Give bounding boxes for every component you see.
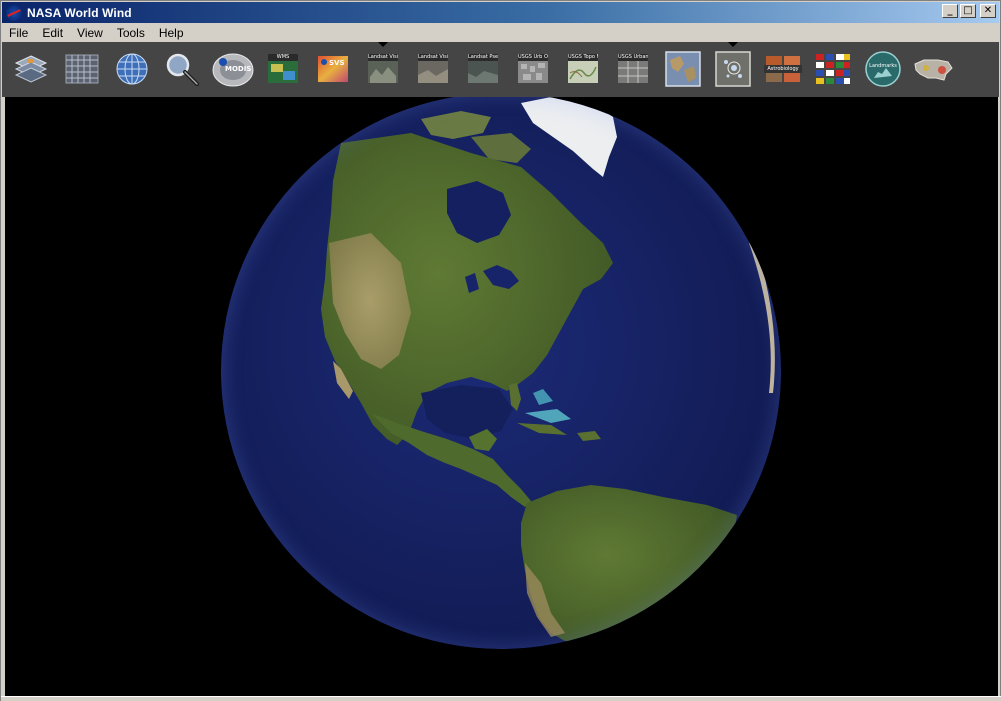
app-window: NASA World Wind _ □ ✕ File Edit View Too…: [0, 0, 1001, 701]
flags-icon: [816, 54, 850, 84]
svs-label: SVS: [329, 59, 345, 67]
usgs-urban-area-label: USGS Urban Area: [618, 54, 648, 61]
menu-tools[interactable]: Tools: [110, 26, 152, 40]
usgs-topo-map-label: USGS Topo Map: [568, 54, 598, 61]
usgs-icon: [518, 61, 548, 83]
landsat-visible-label: Landsat Visible: [368, 54, 398, 61]
title-bar[interactable]: NASA World Wind _ □ ✕: [2, 2, 999, 23]
earth-globe[interactable]: [221, 97, 781, 649]
satellite-icon: [715, 51, 751, 87]
landsat-pseudo-button[interactable]: Landsat Pseudo: [464, 50, 502, 88]
minimize-button[interactable]: _: [942, 4, 958, 18]
window-title: NASA World Wind: [27, 5, 132, 20]
usgs-icon: [618, 61, 648, 83]
toolbar: MODIS WMS SVS Landsat Visible: [2, 42, 999, 97]
wms-label: WMS: [268, 54, 298, 61]
menu-help[interactable]: Help: [152, 26, 191, 40]
grid-icon: [65, 54, 99, 84]
landsat-icon: [468, 61, 498, 83]
svs-button[interactable]: SVS: [314, 50, 352, 88]
landsat-visible-button[interactable]: Landsat Visible: [364, 50, 402, 88]
place-names-button[interactable]: [113, 50, 151, 88]
landsat-visible-2-button[interactable]: Landsat Visible: [414, 50, 452, 88]
usa-map-button[interactable]: [912, 50, 954, 88]
search-button[interactable]: [163, 50, 201, 88]
blue-marble-button[interactable]: [664, 50, 702, 88]
menu-edit[interactable]: Edit: [35, 26, 70, 40]
lat-lon-grid-button[interactable]: [63, 50, 101, 88]
menu-file[interactable]: File: [2, 26, 35, 40]
close-button[interactable]: ✕: [980, 4, 996, 18]
magnifier-icon: [166, 53, 199, 86]
flags-button[interactable]: [814, 50, 852, 88]
taskbar-strip: [1, 696, 1001, 701]
landsat-pseudo-label: Landsat Pseudo: [468, 54, 498, 61]
svs-icon: [318, 56, 348, 82]
globe-atmosphere: [221, 97, 781, 649]
maximize-button[interactable]: □: [960, 4, 976, 18]
usgs-icon: [568, 61, 598, 83]
usgs-topo-map-button[interactable]: USGS Topo Map: [564, 50, 602, 88]
layer-manager-button[interactable]: [12, 50, 50, 88]
active-arrow-icon: [378, 42, 388, 47]
modis-button[interactable]: MODIS: [211, 50, 255, 88]
astrobiology-label: Astrobiology: [764, 65, 802, 73]
astrobiology-button[interactable]: Astrobiology: [764, 50, 802, 88]
map-icon: [665, 51, 701, 87]
modis-label: MODIS: [225, 65, 252, 73]
wms-icon: [268, 61, 298, 83]
landsat-visible-2-label: Landsat Visible: [418, 54, 448, 61]
wms-browser-button[interactable]: WMS: [264, 50, 302, 88]
globe-viewport[interactable]: [5, 97, 998, 696]
usgs-urban-area-button[interactable]: USGS Urban Area: [614, 50, 652, 88]
landmarks-label: Landmarks: [869, 63, 897, 69]
menu-bar: File Edit View Tools Help: [2, 23, 999, 42]
layers-icon: [14, 55, 48, 83]
usa-map-icon: [914, 59, 953, 81]
placemark-button[interactable]: [714, 50, 752, 88]
window-controls: _ □ ✕: [942, 4, 996, 18]
nasa-logo-icon: [6, 4, 22, 21]
landsat-icon: [368, 61, 398, 83]
landmarks-icon: [865, 51, 901, 87]
usgs-urb-ortho-button[interactable]: USGS Urb Ortho: [514, 50, 552, 88]
menu-view[interactable]: View: [70, 26, 110, 40]
landmarks-button[interactable]: Landmarks: [864, 50, 902, 88]
globe-wire-icon: [116, 53, 148, 85]
active-arrow-icon: [728, 42, 738, 47]
usgs-urb-ortho-label: USGS Urb Ortho: [518, 54, 548, 61]
landsat-icon: [418, 61, 448, 83]
